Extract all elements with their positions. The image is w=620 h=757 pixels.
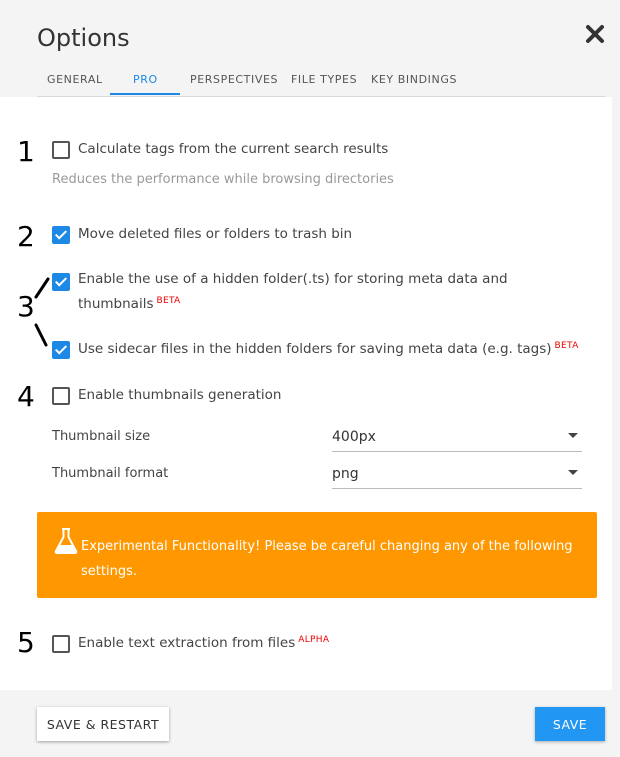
dropdown-arrow-icon (568, 470, 578, 475)
thumbnails-checkbox[interactable] (52, 386, 70, 405)
trash-label: Move deleted files or folders to trash b… (78, 226, 353, 242)
sidecar-checkbox[interactable] (52, 340, 70, 359)
annotation-number: 1 (17, 135, 35, 168)
text-extraction-label: Enable text extraction from files ALPHA (78, 631, 329, 656)
text-extraction-label-text: Enable text extraction from files (78, 635, 296, 651)
option-text-extraction[interactable]: Enable text extraction from files ALPHA (52, 631, 329, 656)
beta-badge: BETA (156, 296, 181, 306)
alpha-badge: ALPHA (298, 635, 330, 645)
hidden-folder-label: Enable the use of a hidden folder(.ts) f… (78, 267, 508, 317)
tab-key-bindings[interactable]: KEY BINDINGS (371, 73, 457, 86)
option-sidecar[interactable]: Use sidecar files in the hidden folders … (52, 337, 579, 362)
tab-pro[interactable]: PRO (133, 73, 158, 86)
save-button[interactable]: SAVE (535, 707, 605, 741)
sidecar-label: Use sidecar files in the hidden folders … (78, 337, 579, 362)
close-icon[interactable] (584, 22, 606, 46)
annotation-number: 5 (17, 626, 35, 659)
option-calculate-tags[interactable]: Calculate tags from the current search r… (52, 137, 388, 162)
warning-text: Experimental Functionality! Please be ca… (81, 539, 573, 579)
active-tab-indicator (110, 93, 180, 95)
experimental-warning: Experimental Functionality! Please be ca… (37, 512, 597, 598)
hidden-folder-label-line1: Enable the use of a hidden folder(.ts) f… (78, 271, 508, 287)
thumbnail-size-label: Thumbnail size (52, 429, 151, 444)
tab-file-types[interactable]: FILE TYPES (291, 73, 357, 86)
tab-general[interactable]: GENERAL (47, 73, 103, 86)
options-panel: 1 2 3 4 5 Calculate tags from the curren… (0, 97, 612, 690)
tab-bar: GENERAL PRO PERSPECTIVES FILE TYPES KEY … (37, 66, 605, 97)
annotation-number: 2 (17, 220, 35, 253)
thumbnail-format-label: Thumbnail format (52, 466, 169, 481)
tab-perspectives[interactable]: PERSPECTIVES (190, 73, 278, 86)
thumbnail-size-select[interactable]: 400px (332, 423, 582, 452)
dialog-title: Options (37, 24, 130, 52)
sidecar-label-text: Use sidecar files in the hidden folders … (78, 341, 552, 357)
trash-checkbox[interactable] (52, 225, 70, 244)
hidden-folder-label-line2: thumbnails (78, 296, 154, 312)
thumbnail-format-value: png (332, 466, 359, 482)
beta-badge: BETA (554, 341, 579, 351)
save-and-restart-button[interactable]: SAVE & RESTART (37, 707, 169, 741)
flask-icon (54, 528, 78, 554)
option-thumbnails[interactable]: Enable thumbnails generation (52, 383, 281, 408)
annotation-bracket (34, 277, 50, 347)
calculate-tags-checkbox[interactable] (52, 140, 70, 159)
annotation-number: 4 (17, 380, 35, 413)
thumbnail-size-value: 400px (332, 429, 376, 445)
thumbnails-label: Enable thumbnails generation (78, 387, 282, 403)
dialog-footer: SAVE & RESTART SAVE (0, 690, 620, 757)
calculate-tags-label: Calculate tags from the current search r… (78, 141, 389, 157)
text-extraction-checkbox[interactable] (52, 634, 70, 653)
hidden-folder-checkbox[interactable] (52, 273, 70, 291)
option-trash[interactable]: Move deleted files or folders to trash b… (52, 222, 352, 247)
option-hidden-folder[interactable]: Enable the use of a hidden folder(.ts) f… (52, 267, 508, 317)
calculate-tags-hint: Reduces the performance while browsing d… (52, 172, 394, 187)
thumbnail-format-select[interactable]: png (332, 460, 582, 489)
dropdown-arrow-icon (568, 433, 578, 438)
